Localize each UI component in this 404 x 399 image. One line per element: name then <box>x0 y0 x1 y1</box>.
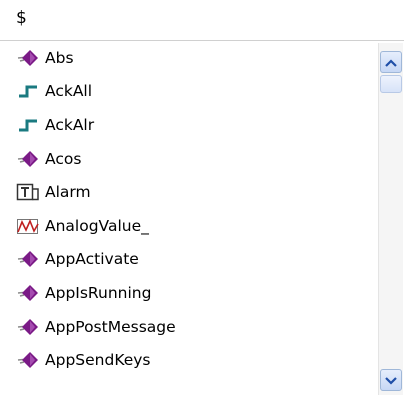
function-diamond-icon <box>15 247 41 271</box>
list-item-label: AppActivate <box>45 250 139 269</box>
list-item-appisrunning[interactable]: AppIsRunning <box>0 276 372 310</box>
list-item-acos[interactable]: Acos <box>0 142 372 176</box>
scroll-thumb[interactable] <box>380 75 402 93</box>
chevron-up-icon <box>385 53 397 71</box>
pulse-step-icon <box>15 113 41 137</box>
list-item-label: AnalogValue_ <box>45 216 149 235</box>
list-item-ackalr[interactable]: AckAlr <box>0 108 372 142</box>
analog-wave-icon <box>15 214 41 238</box>
search-value: $ <box>16 8 27 28</box>
list-item-ackall[interactable]: AckAll <box>0 75 372 109</box>
list-item-analogvalue[interactable]: AnalogValue_ <box>0 209 372 243</box>
vertical-scrollbar[interactable] <box>378 43 403 395</box>
list-item-apppostmessage[interactable]: AppPostMessage <box>0 310 372 344</box>
list-item-appactivate[interactable]: AppActivate <box>0 243 372 277</box>
list-item-label: AppIsRunning <box>45 283 152 302</box>
list-item-label: AckAll <box>45 82 93 101</box>
list-item-label: AppPostMessage <box>45 317 176 336</box>
list-item-label: AckAlr <box>45 115 95 134</box>
list-item-label: AppSendKeys <box>45 351 151 370</box>
autocomplete-list[interactable]: Abs AckAll AckAlr Acos Alarm AnalogValue… <box>0 40 404 399</box>
pulse-step-icon <box>15 79 41 103</box>
list-item-label: Abs <box>45 48 74 67</box>
list-item-label: Alarm <box>45 183 91 202</box>
text-tag-icon <box>15 180 41 204</box>
function-diamond-icon <box>15 281 41 305</box>
search-field[interactable]: $ <box>0 0 404 38</box>
chevron-down-icon <box>385 371 397 389</box>
list-item-abs[interactable]: Abs <box>0 41 372 75</box>
list-item-appsendkeys[interactable]: AppSendKeys <box>0 343 372 377</box>
list-item-label: Acos <box>45 149 82 168</box>
list-item-alarm[interactable]: Alarm <box>0 175 372 209</box>
function-diamond-icon <box>15 348 41 372</box>
function-diamond-icon <box>15 147 41 171</box>
scroll-down-button[interactable] <box>380 369 402 391</box>
scroll-up-button[interactable] <box>380 51 402 73</box>
function-diamond-icon <box>15 315 41 339</box>
function-diamond-icon <box>15 46 41 70</box>
